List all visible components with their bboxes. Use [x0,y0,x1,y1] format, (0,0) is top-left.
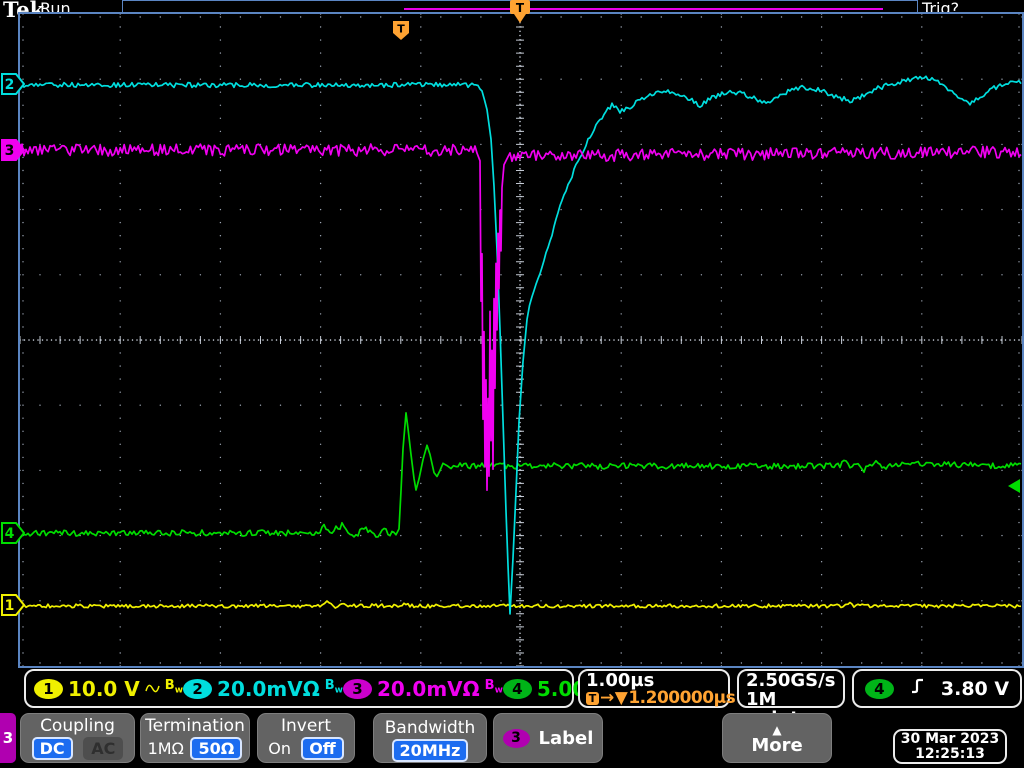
bandwidth-title: Bandwidth [384,718,476,738]
channel3-readout[interactable]: 3 20.0mVΩ Bw [342,676,503,701]
channel4-position-marker[interactable]: 4 [1,521,25,545]
record-view-waveform-line [404,8,883,10]
bandwidth-20mhz-option[interactable]: 20MHz [391,739,469,762]
graticule-area [18,12,1024,668]
termination-50ohm-option[interactable]: 50Ω [190,737,243,760]
channel-marker-number: 1 [5,598,15,614]
bandwidth-limit-icon: Bw [484,678,503,696]
invert-off-option[interactable]: Off [301,737,344,760]
rising-edge-icon [910,677,925,700]
center-crosshair-ticks [20,14,1022,666]
trigger-position-marker[interactable]: T [507,0,533,26]
channel-marker-number: 4 [5,526,15,542]
bandwidth-button[interactable]: Bandwidth 20MHz [373,713,487,763]
trigger-readout-box[interactable]: 4 3.80 V [852,669,1022,708]
trigger-t-icon: T [586,692,599,705]
channel1-badge: 1 [34,678,63,699]
coupling-title: Coupling [40,716,115,736]
trigger-level: 3.80 V [940,677,1010,700]
trigger-source-badge: 4 [864,678,894,699]
channel1-position-marker[interactable]: 1 [1,593,25,617]
channel2-badge: 2 [183,678,213,699]
invert-title: Invert [281,716,331,736]
coupling-dc-option[interactable]: DC [31,737,73,760]
time-text: 12:25:13 [915,746,985,762]
termination-1mohm-option[interactable]: 1MΩ [148,739,184,758]
termination-button[interactable]: Termination 1MΩ 50Ω [140,713,250,763]
ch3-waveform [20,143,1022,492]
sample-rate: 2.50GS/s [746,670,836,691]
label-button[interactable]: 3 Label [493,713,603,763]
channel-marker-number: 3 [5,143,15,159]
coupling-button[interactable]: Coupling DC AC [20,713,135,763]
channel-readout-box: 1 10.0 V Bw 2 20.0mVΩ Bw 3 20.0mVΩ Bw 4 … [24,669,652,708]
sine-coupling-icon [145,683,160,694]
delay-triangle-icon: ▼ [614,688,628,708]
label-channel-badge: 3 [502,728,530,748]
label-button-text: Label [538,727,594,749]
waveform-display [20,14,1022,666]
bandwidth-limit-icon: Bw [324,678,343,696]
channel3-position-marker[interactable]: 3 [1,138,25,162]
channel2-scale: 20.0mVΩ [217,676,320,701]
more-button-text: More [751,735,803,756]
invert-on-option[interactable]: On [268,739,291,758]
channel-marker-number: 2 [5,77,15,93]
channel2-position-marker[interactable]: 2 [1,72,25,96]
center-crosshair-dots [20,14,1020,665]
trigger-t-glyph: T [397,23,405,36]
trigger-delay-readout: T → ▼ 1.200000µs [586,688,736,708]
menu-channel-tab: 3 [0,713,16,763]
trigger-t-glyph: T [516,1,525,15]
arrow-icon: → [600,688,614,708]
oscilloscope-screen: Tek Run Trig? 2341 T T 1 10.0 V Bw 2 20.… [0,0,1024,768]
channel3-badge: 3 [342,678,372,699]
channel1-scale: 10.0 V [68,676,140,701]
coupling-ac-option[interactable]: AC [83,737,124,760]
date-text: 30 Mar 2023 [900,731,1000,747]
invert-button[interactable]: Invert On Off [257,713,355,763]
trigger-level-arrow[interactable] [1008,479,1020,493]
acquisition-readout-box[interactable]: 2.50GS/s 1M points [737,669,845,728]
bandwidth-limit-icon: Bw [164,678,184,696]
channel1-readout[interactable]: 1 10.0 V Bw [34,677,183,701]
datetime-display: 30 Mar 2023 12:25:13 [893,729,1007,764]
channel3-scale: 20.0mVΩ [376,676,480,701]
more-button[interactable]: ▲ More [722,713,832,763]
channel2-readout[interactable]: 2 20.0mVΩ Bw [183,677,343,701]
termination-title: Termination [145,716,245,736]
channel4-badge: 4 [502,678,532,699]
horizontal-readout-box[interactable]: 1.00µs T → ▼ 1.200000µs [578,669,736,708]
trigger-point-indicator[interactable]: T [392,21,410,41]
